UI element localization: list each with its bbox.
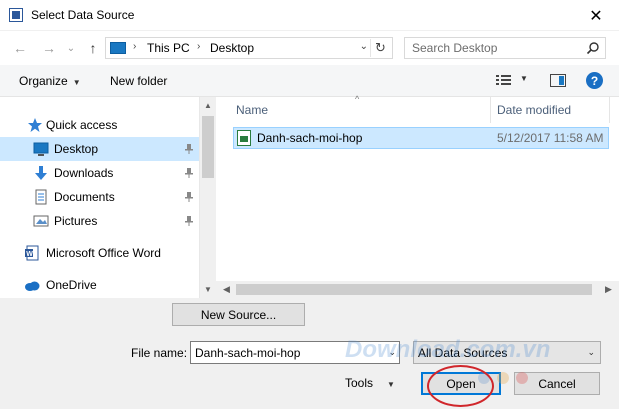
address-bar[interactable]: › This PC › Desktop ⌄ ↻ [105, 37, 393, 59]
help-icon[interactable]: ? [586, 72, 603, 89]
sidebar-item-label: Documents [54, 190, 115, 204]
watermark-dot [516, 372, 528, 384]
sidebar-item-documents[interactable]: Documents [0, 185, 199, 209]
file-list-scrollbar[interactable]: ◀ ▶ [216, 281, 619, 298]
recent-locations-button[interactable]: ⌄ [64, 38, 78, 58]
back-button[interactable]: ← [10, 38, 30, 58]
address-separator: › [133, 41, 137, 52]
sidebar-item-label: Microsoft Office Word [46, 246, 161, 260]
sidebar-item-label: Downloads [54, 166, 114, 180]
tools-button[interactable]: Tools ▼ [345, 376, 395, 390]
sidebar-item-label: Desktop [54, 142, 99, 156]
column-divider[interactable] [609, 97, 610, 123]
search-box [404, 37, 606, 59]
organize-button[interactable]: Organize ▼ [19, 74, 81, 88]
breadcrumb-this-pc[interactable]: This PC [147, 41, 190, 55]
sort-ascending-icon: ^ [355, 94, 360, 104]
search-input[interactable] [405, 38, 585, 58]
pin-icon [185, 192, 193, 202]
navigation-pane-scrollbar[interactable]: ▲ ▼ [199, 97, 216, 298]
sidebar-item-label: Pictures [54, 214, 98, 228]
view-dropdown-icon[interactable]: ▼ [520, 74, 528, 83]
download-arrow-icon [35, 166, 47, 180]
word-app-icon [9, 8, 23, 22]
new-folder-button[interactable]: New folder [110, 74, 167, 88]
address-dropdown-icon[interactable]: ⌄ [360, 41, 368, 52]
sidebar-item-onedrive[interactable]: OneDrive [0, 273, 199, 297]
file-list: ^ Name Date modified Danh-sach-moi-hop 5… [216, 94, 619, 298]
pin-icon [185, 168, 193, 178]
address-separator: › [197, 41, 201, 52]
sidebar-item-label: OneDrive [46, 278, 97, 292]
window-title: Select Data Source [31, 8, 135, 22]
scroll-right-icon[interactable]: ▶ [600, 281, 617, 298]
scrollbar-thumb[interactable] [202, 116, 214, 178]
desktop-folder-icon [33, 142, 49, 156]
file-name-cell: Danh-sach-moi-hop [257, 131, 363, 145]
navigation-pane: Quick access Desktop Downloads Documents… [0, 97, 214, 298]
organize-label: Organize [19, 74, 68, 88]
chevron-down-icon: ▼ [72, 78, 81, 87]
tools-label: Tools [345, 376, 374, 390]
documents-icon [35, 189, 47, 205]
chevron-down-icon: ▼ [387, 380, 395, 389]
cloud-icon [25, 281, 40, 291]
command-toolbar: Organize ▼ New folder ▼ ? [0, 65, 619, 97]
watermark: Download.com.vn [345, 336, 551, 363]
breadcrumb-desktop[interactable]: Desktop [210, 41, 254, 55]
scroll-down-icon[interactable]: ▼ [200, 281, 216, 298]
watermark-dot [497, 372, 509, 384]
change-view-icon[interactable] [496, 74, 512, 87]
scroll-left-icon[interactable]: ◀ [218, 281, 235, 298]
star-icon [28, 118, 42, 132]
pin-icon [185, 216, 193, 226]
column-header-date-modified[interactable]: Date modified [497, 97, 571, 123]
column-divider[interactable] [490, 97, 491, 123]
table-row[interactable]: Danh-sach-moi-hop 5/12/2017 11:58 AM [233, 127, 609, 149]
sidebar-item-microsoft-office-word[interactable]: W Microsoft Office Word [0, 241, 199, 265]
scroll-up-icon[interactable]: ▲ [200, 97, 216, 114]
forward-button[interactable]: → [39, 38, 59, 58]
file-name-label: File name: [131, 346, 188, 360]
this-pc-icon [110, 42, 126, 54]
scrollbar-thumb[interactable] [236, 284, 592, 295]
file-date-cell: 5/12/2017 11:58 AM [497, 131, 604, 145]
word-icon: W [25, 245, 39, 261]
pin-icon [185, 144, 193, 154]
sidebar-item-quick-access[interactable]: Quick access [0, 113, 199, 137]
pictures-icon [33, 215, 49, 227]
sidebar-item-desktop[interactable]: Desktop [0, 137, 199, 161]
spreadsheet-file-icon [237, 130, 251, 146]
search-icon[interactable] [586, 41, 600, 55]
column-header-name[interactable]: Name [236, 97, 268, 123]
new-source-button[interactable]: New Source... [172, 303, 305, 326]
chevron-down-icon: ⌄ [587, 347, 595, 357]
highlight-circle [427, 365, 494, 407]
sidebar-item-pictures[interactable]: Pictures [0, 209, 199, 233]
up-button[interactable]: ↑ [84, 38, 102, 58]
preview-pane-icon[interactable] [550, 74, 566, 87]
close-button[interactable]: ✕ [573, 0, 619, 31]
svg-text:W: W [26, 251, 33, 258]
refresh-button[interactable]: ↻ [370, 39, 390, 57]
title-bar: Select Data Source ✕ [0, 0, 619, 31]
sidebar-item-label: Quick access [46, 118, 118, 132]
sidebar-item-downloads[interactable]: Downloads [0, 161, 199, 185]
